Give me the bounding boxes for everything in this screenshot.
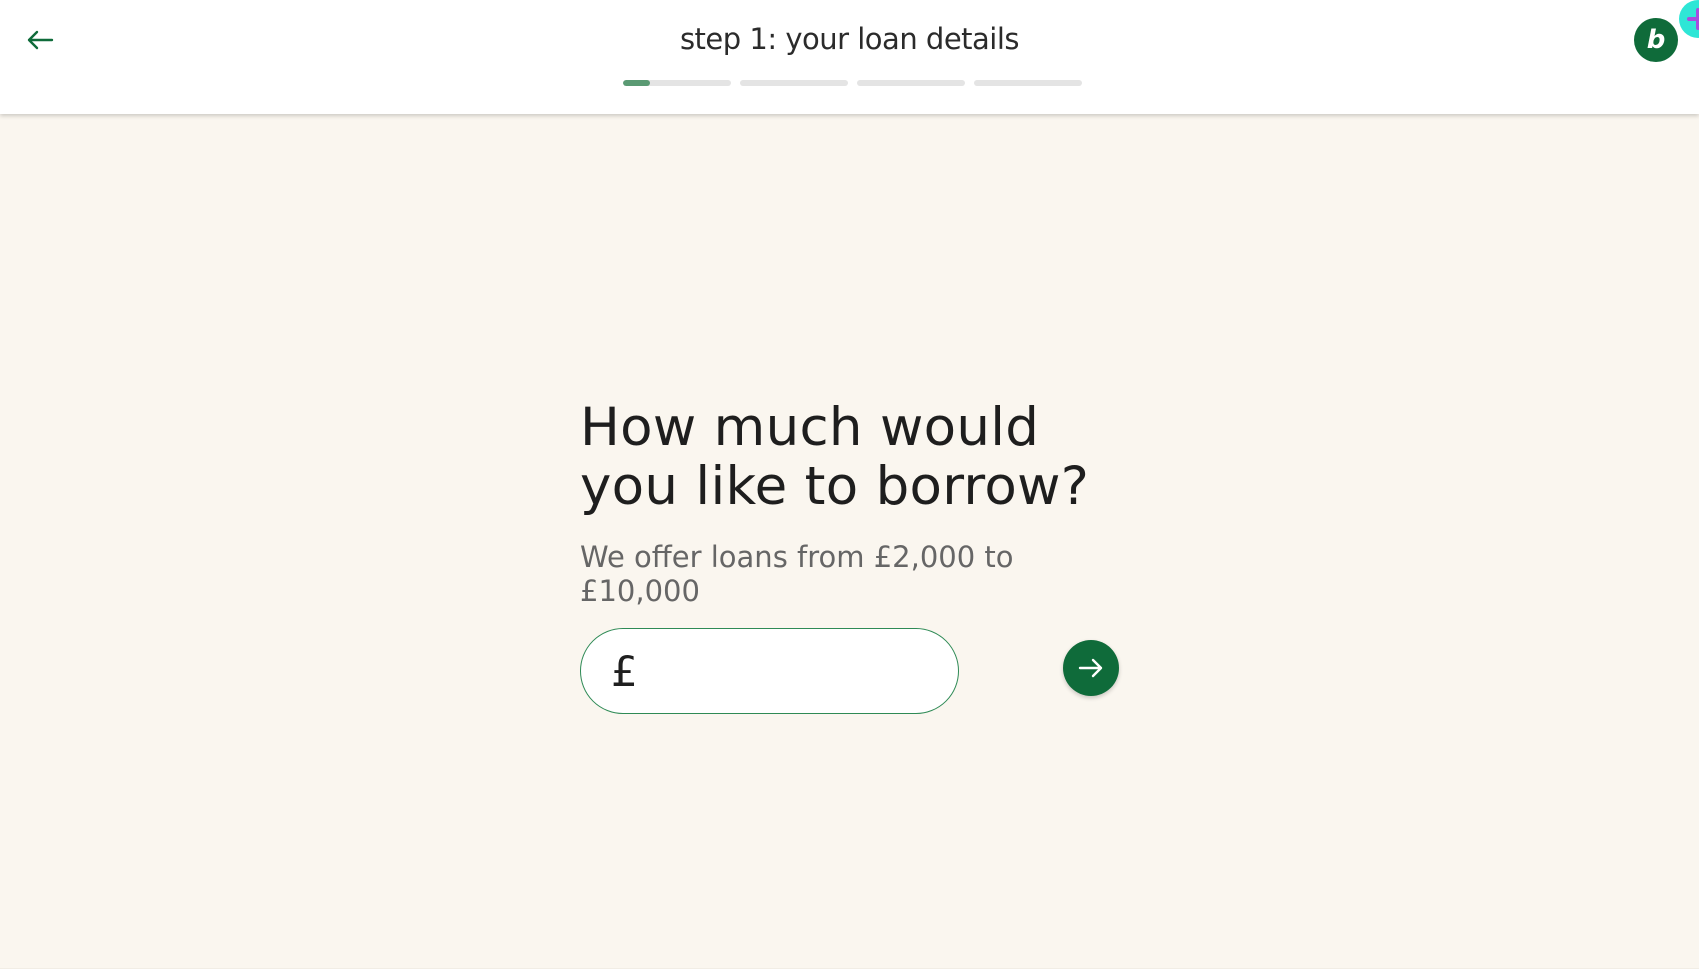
top-bar: step 1: your loan details b [0, 0, 1699, 114]
next-button[interactable] [1063, 640, 1119, 696]
progress-segment-3 [857, 80, 965, 86]
plus-icon [1687, 8, 1699, 30]
brand-logo: b [1634, 18, 1678, 62]
amount-field[interactable]: £ [580, 628, 1094, 714]
progress-segment-2 [740, 80, 848, 86]
amount-input[interactable] [645, 641, 1094, 701]
progress-bar [623, 80, 1082, 86]
loan-range-hint: We offer loans from £2,000 to £10,000 [580, 540, 1014, 608]
arrow-right-icon [1078, 658, 1103, 678]
question-heading: How much would you like to borrow? [580, 397, 1090, 517]
step-title: step 1: your loan details [679, 22, 1020, 56]
progress-fill [623, 80, 650, 86]
brand-logo-letter: b [1646, 25, 1666, 55]
progress-segment-1 [623, 80, 731, 86]
progress-segment-4 [974, 80, 1082, 86]
amount-row: £ [580, 628, 1120, 714]
loan-amount-section: How much would you like to borrow? We of… [580, 398, 1140, 608]
currency-symbol: £ [611, 646, 638, 696]
